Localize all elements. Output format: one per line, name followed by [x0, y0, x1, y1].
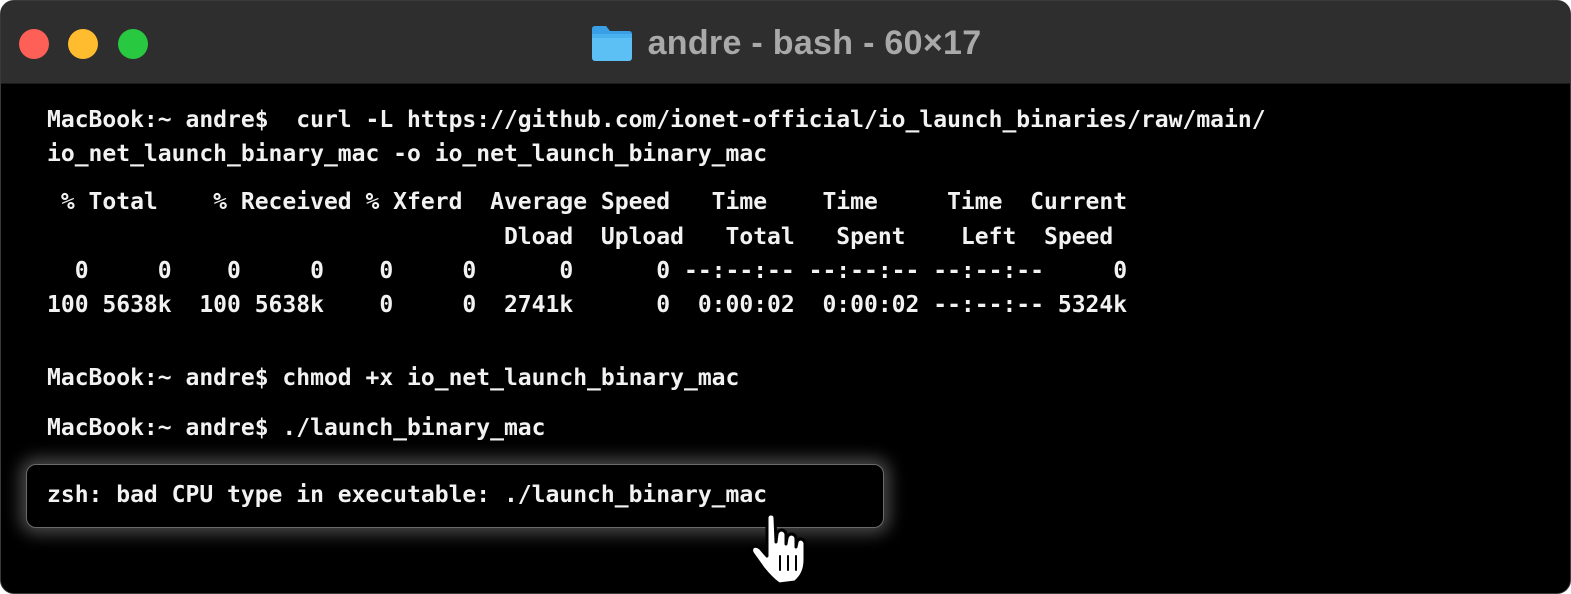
title-bar[interactable]: andre - bash - 60×17	[1, 1, 1570, 84]
terminal-line: % Total % Received % Xferd Average Speed…	[47, 189, 1128, 215]
terminal-line: MacBook:~ andre$ ./launch_binary_mac	[47, 415, 546, 441]
window-title: andre - bash - 60×17	[647, 23, 982, 62]
terminal-line: MacBook:~ andre$ chmod +x io_net_launch_…	[47, 365, 740, 391]
hand-pointer-icon	[750, 512, 807, 586]
terminal-window: andre - bash - 60×17 MacBook:~ andre$ cu…	[0, 0, 1571, 594]
terminal-line: 0 0 0 0 0 0 0 0 --:--:-- --:--:-- --:--:…	[47, 258, 1128, 284]
terminal-line: io_net_launch_binary_mac -o io_net_launc…	[47, 141, 768, 167]
error-message: zsh: bad CPU type in executable: ./launc…	[47, 482, 768, 508]
window-title-group: andre - bash - 60×17	[1, 21, 1570, 65]
terminal-line: 100 5638k 100 5638k 0 0 2741k 0 0:00:02 …	[47, 292, 1128, 318]
terminal-line: MacBook:~ andre$ curl -L https://github.…	[47, 107, 1266, 133]
terminal-output[interactable]: MacBook:~ andre$ curl -L https://github.…	[1, 84, 1570, 593]
terminal-line: Dload Upload Total Spent Left Speed	[47, 224, 1114, 250]
folder-icon	[591, 26, 632, 61]
